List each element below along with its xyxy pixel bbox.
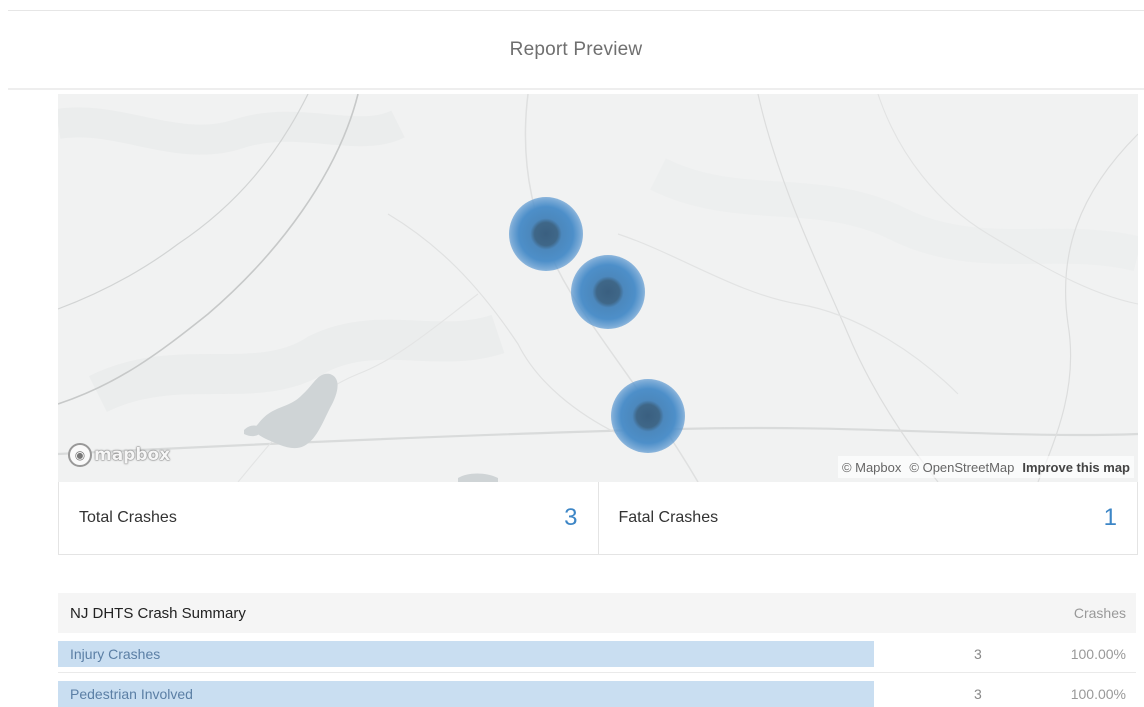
crash-summary-table: NJ DHTS Crash Summary Crashes Injury Cra… — [58, 593, 1136, 707]
report-header: Report Preview — [8, 10, 1144, 90]
map-attribution: © Mapbox © OpenStreetMap Improve this ma… — [837, 456, 1134, 478]
attribution-mapbox-link[interactable]: © Mapbox — [842, 460, 901, 475]
total-crashes-label: Total Crashes — [79, 509, 177, 526]
crashes-column-header: Crashes — [1073, 605, 1126, 621]
crash-map[interactable]: ◉ mapbox © Mapbox © OpenStreetMap Improv… — [58, 94, 1138, 482]
share-bar — [58, 641, 874, 667]
row-count: 3 — [974, 686, 982, 702]
mapbox-logo[interactable]: ◉ mapbox — [68, 442, 170, 468]
summary-table-header: NJ DHTS Crash Summary Crashes — [58, 593, 1136, 633]
total-crashes-value: 3 — [564, 504, 578, 531]
fatal-crashes-stat: Fatal Crashes 1 — [597, 482, 1138, 554]
fatal-crashes-label: Fatal Crashes — [618, 509, 719, 526]
crash-cluster-marker[interactable] — [611, 379, 685, 453]
crash-cluster-marker[interactable] — [571, 255, 645, 329]
row-percent: 100.00% — [1070, 646, 1126, 662]
page-title: Report Preview — [509, 38, 643, 60]
row-label: Injury Crashes — [70, 646, 161, 662]
row-percent: 100.00% — [1070, 686, 1126, 702]
mapbox-logo-text: mapbox — [94, 445, 171, 465]
improve-map-link[interactable]: Improve this map — [1022, 460, 1130, 475]
mapbox-logo-icon: ◉ — [68, 443, 92, 467]
summary-title: NJ DHTS Crash Summary — [70, 604, 246, 622]
attribution-osm-link[interactable]: © OpenStreetMap — [909, 460, 1014, 475]
crash-stats: Total Crashes 3 Fatal Crashes 1 — [58, 482, 1138, 555]
table-row: Pedestrian Involved 3 100.00% — [58, 673, 1136, 707]
total-crashes-stat: Total Crashes 3 — [59, 482, 598, 554]
crash-cluster-marker[interactable] — [509, 197, 583, 271]
row-count: 3 — [974, 646, 982, 662]
fatal-crashes-value: 1 — [1103, 504, 1117, 531]
report-preview-page: Report Preview ◉ mapbox © Mapbox © OpenS… — [0, 0, 1144, 707]
table-row: Injury Crashes 3 100.00% — [58, 633, 1136, 673]
row-label: Pedestrian Involved — [70, 686, 193, 702]
